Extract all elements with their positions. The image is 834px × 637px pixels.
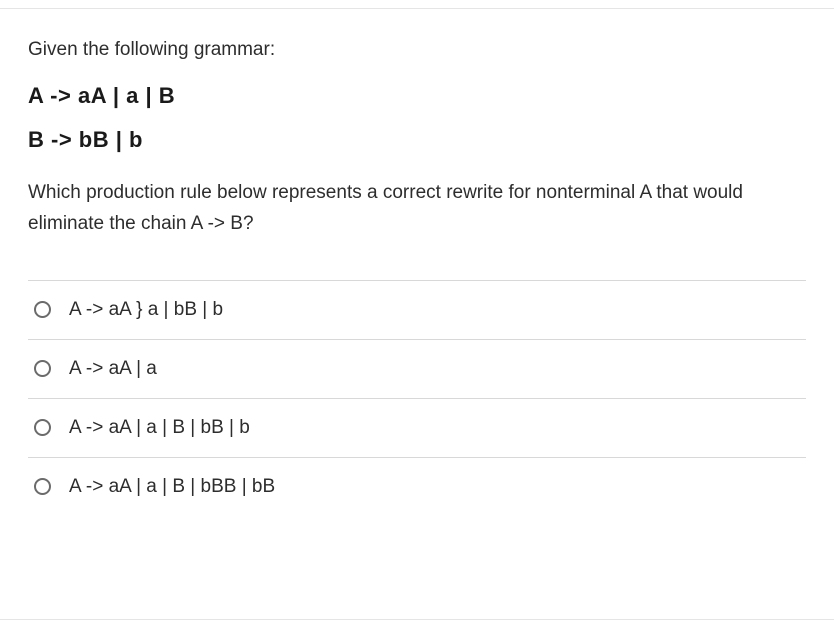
radio-icon[interactable] bbox=[34, 478, 51, 495]
option-3[interactable]: A -> aA | a | B | bB | b bbox=[28, 399, 806, 458]
option-label: A -> aA } a | bB | b bbox=[69, 299, 223, 321]
option-label: A -> aA | a bbox=[69, 358, 157, 380]
option-label: A -> aA | a | B | bB | b bbox=[69, 417, 250, 439]
radio-icon[interactable] bbox=[34, 360, 51, 377]
question-container: Given the following grammar: A -> aA | a… bbox=[0, 8, 834, 620]
grammar-rule-b: B -> bB | b bbox=[28, 127, 806, 153]
question-intro: Given the following grammar: bbox=[28, 39, 806, 61]
option-4[interactable]: A -> aA | a | B | bBB | bB bbox=[28, 458, 806, 516]
option-label: A -> aA | a | B | bBB | bB bbox=[69, 476, 275, 498]
question-prompt: Which production rule below represents a… bbox=[28, 177, 806, 240]
radio-icon[interactable] bbox=[34, 419, 51, 436]
radio-icon[interactable] bbox=[34, 301, 51, 318]
options-list: A -> aA } a | bB | b A -> aA | a A -> aA… bbox=[28, 280, 806, 516]
option-1[interactable]: A -> aA } a | bB | b bbox=[28, 281, 806, 340]
option-2[interactable]: A -> aA | a bbox=[28, 340, 806, 399]
grammar-rule-a: A -> aA | a | B bbox=[28, 83, 806, 109]
